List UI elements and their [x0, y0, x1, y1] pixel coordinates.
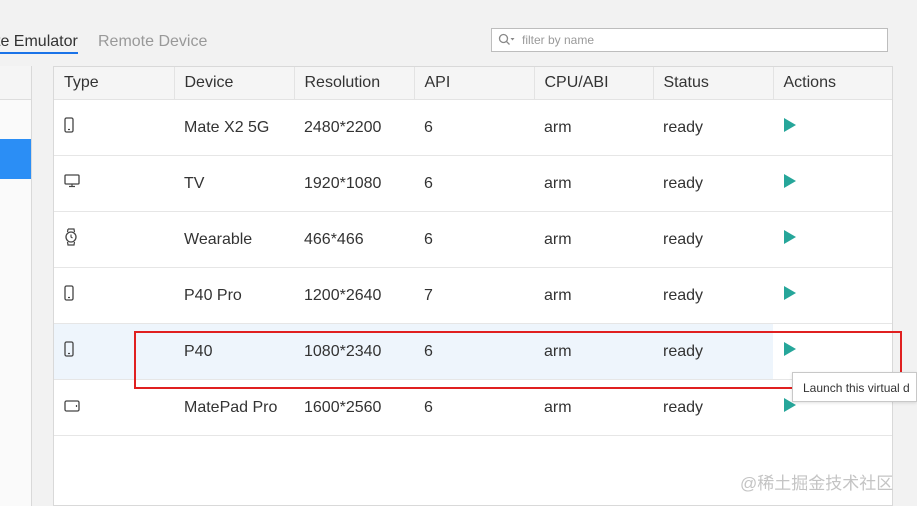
- table-row[interactable]: Wearable 466*466 6 arm ready: [54, 211, 892, 268]
- phone-icon: [64, 341, 74, 357]
- phone-icon: [64, 285, 74, 301]
- actions-cell: [773, 99, 892, 156]
- column-header: Status: [653, 67, 774, 100]
- active-tab-underline: [0, 52, 78, 54]
- status-cell: ready: [653, 267, 773, 324]
- table-header-row: Type Device Resolution API CPU/ABI Statu…: [54, 67, 892, 100]
- tab-remote-emulator-label: te Emulator: [0, 33, 78, 50]
- cpu-cell: arm: [534, 267, 653, 324]
- actions-cell: [773, 155, 892, 212]
- device-table: Type Device Resolution API CPU/ABI Statu…: [53, 66, 893, 506]
- tablet-icon: [64, 399, 80, 412]
- type-cell: [54, 323, 174, 380]
- device-cell: Mate X2 5G: [174, 99, 294, 156]
- status-cell: ready: [653, 99, 773, 156]
- resolution-cell: 1080*2340: [294, 323, 414, 380]
- type-cell: [54, 211, 174, 268]
- cpu-cell: arm: [534, 155, 653, 212]
- resolution-cell: 2480*2200: [294, 99, 414, 156]
- filter-input[interactable]: [522, 31, 877, 49]
- status-cell: ready: [653, 379, 773, 436]
- api-cell: 6: [414, 99, 534, 156]
- api-cell: 7: [414, 267, 534, 324]
- column-header: CPU/ABI: [534, 67, 654, 100]
- play-icon[interactable]: [783, 174, 797, 188]
- table-row[interactable]: MatePad Pro 1600*2560 6 arm ready: [54, 379, 892, 436]
- cpu-cell: arm: [534, 379, 653, 436]
- tv-icon: [64, 174, 80, 188]
- resolution-cell: 1600*2560: [294, 379, 414, 436]
- actions-cell: [773, 211, 892, 268]
- cpu-cell: arm: [534, 99, 653, 156]
- device-cell: P40 Pro: [174, 267, 294, 324]
- play-icon[interactable]: [783, 230, 797, 244]
- api-cell: 6: [414, 323, 534, 380]
- api-cell: 6: [414, 379, 534, 436]
- play-icon[interactable]: [783, 286, 797, 300]
- column-header: Actions: [773, 67, 892, 100]
- play-icon[interactable]: [783, 118, 797, 132]
- tab-remote-device-label: Remote Device: [98, 33, 208, 50]
- device-manager: te Emulator Remote Device Type Device: [0, 0, 917, 506]
- actions-cell: [773, 267, 892, 324]
- type-cell: [54, 379, 174, 436]
- status-cell: ready: [653, 155, 773, 212]
- table-row[interactable]: TV 1920*1080 6 arm ready: [54, 155, 892, 212]
- api-cell: 6: [414, 211, 534, 268]
- table-row[interactable]: P40 1080*2340 6 arm ready: [54, 323, 892, 380]
- search-box[interactable]: [491, 28, 888, 52]
- type-cell: [54, 155, 174, 212]
- type-cell: [54, 267, 174, 324]
- cpu-cell: arm: [534, 211, 653, 268]
- launch-tooltip: Launch this virtual d: [792, 372, 917, 402]
- tab-remote-emulator[interactable]: te Emulator: [0, 33, 78, 54]
- device-cell: Wearable: [174, 211, 294, 268]
- column-header: Type: [54, 67, 175, 100]
- api-cell: 6: [414, 155, 534, 212]
- watermark: @稀土掘金技术社区: [740, 474, 894, 493]
- resolution-cell: 1200*2640: [294, 267, 414, 324]
- phone-icon: [64, 117, 74, 133]
- status-cell: ready: [653, 211, 773, 268]
- device-cell: P40: [174, 323, 294, 380]
- device-cell: MatePad Pro: [174, 379, 294, 436]
- column-header: Resolution: [294, 67, 415, 100]
- resolution-cell: 466*466: [294, 211, 414, 268]
- left-pane-header: [0, 66, 31, 100]
- play-icon[interactable]: [783, 342, 797, 356]
- table-row[interactable]: P40 Pro 1200*2640 7 arm ready: [54, 267, 892, 324]
- left-pane: [0, 66, 32, 506]
- device-cell: TV: [174, 155, 294, 212]
- column-header: Device: [174, 67, 295, 100]
- resolution-cell: 1920*1080: [294, 155, 414, 212]
- tab-remote-device[interactable]: Remote Device: [98, 33, 207, 51]
- cpu-cell: arm: [534, 323, 653, 380]
- status-cell: ready: [653, 323, 773, 380]
- selected-category-item[interactable]: [0, 139, 31, 179]
- table-row[interactable]: Mate X2 5G 2480*2200 6 arm ready: [54, 99, 892, 156]
- search-icon: [498, 33, 515, 45]
- watch-icon: [65, 228, 77, 246]
- type-cell: [54, 99, 174, 156]
- column-header: API: [414, 67, 535, 100]
